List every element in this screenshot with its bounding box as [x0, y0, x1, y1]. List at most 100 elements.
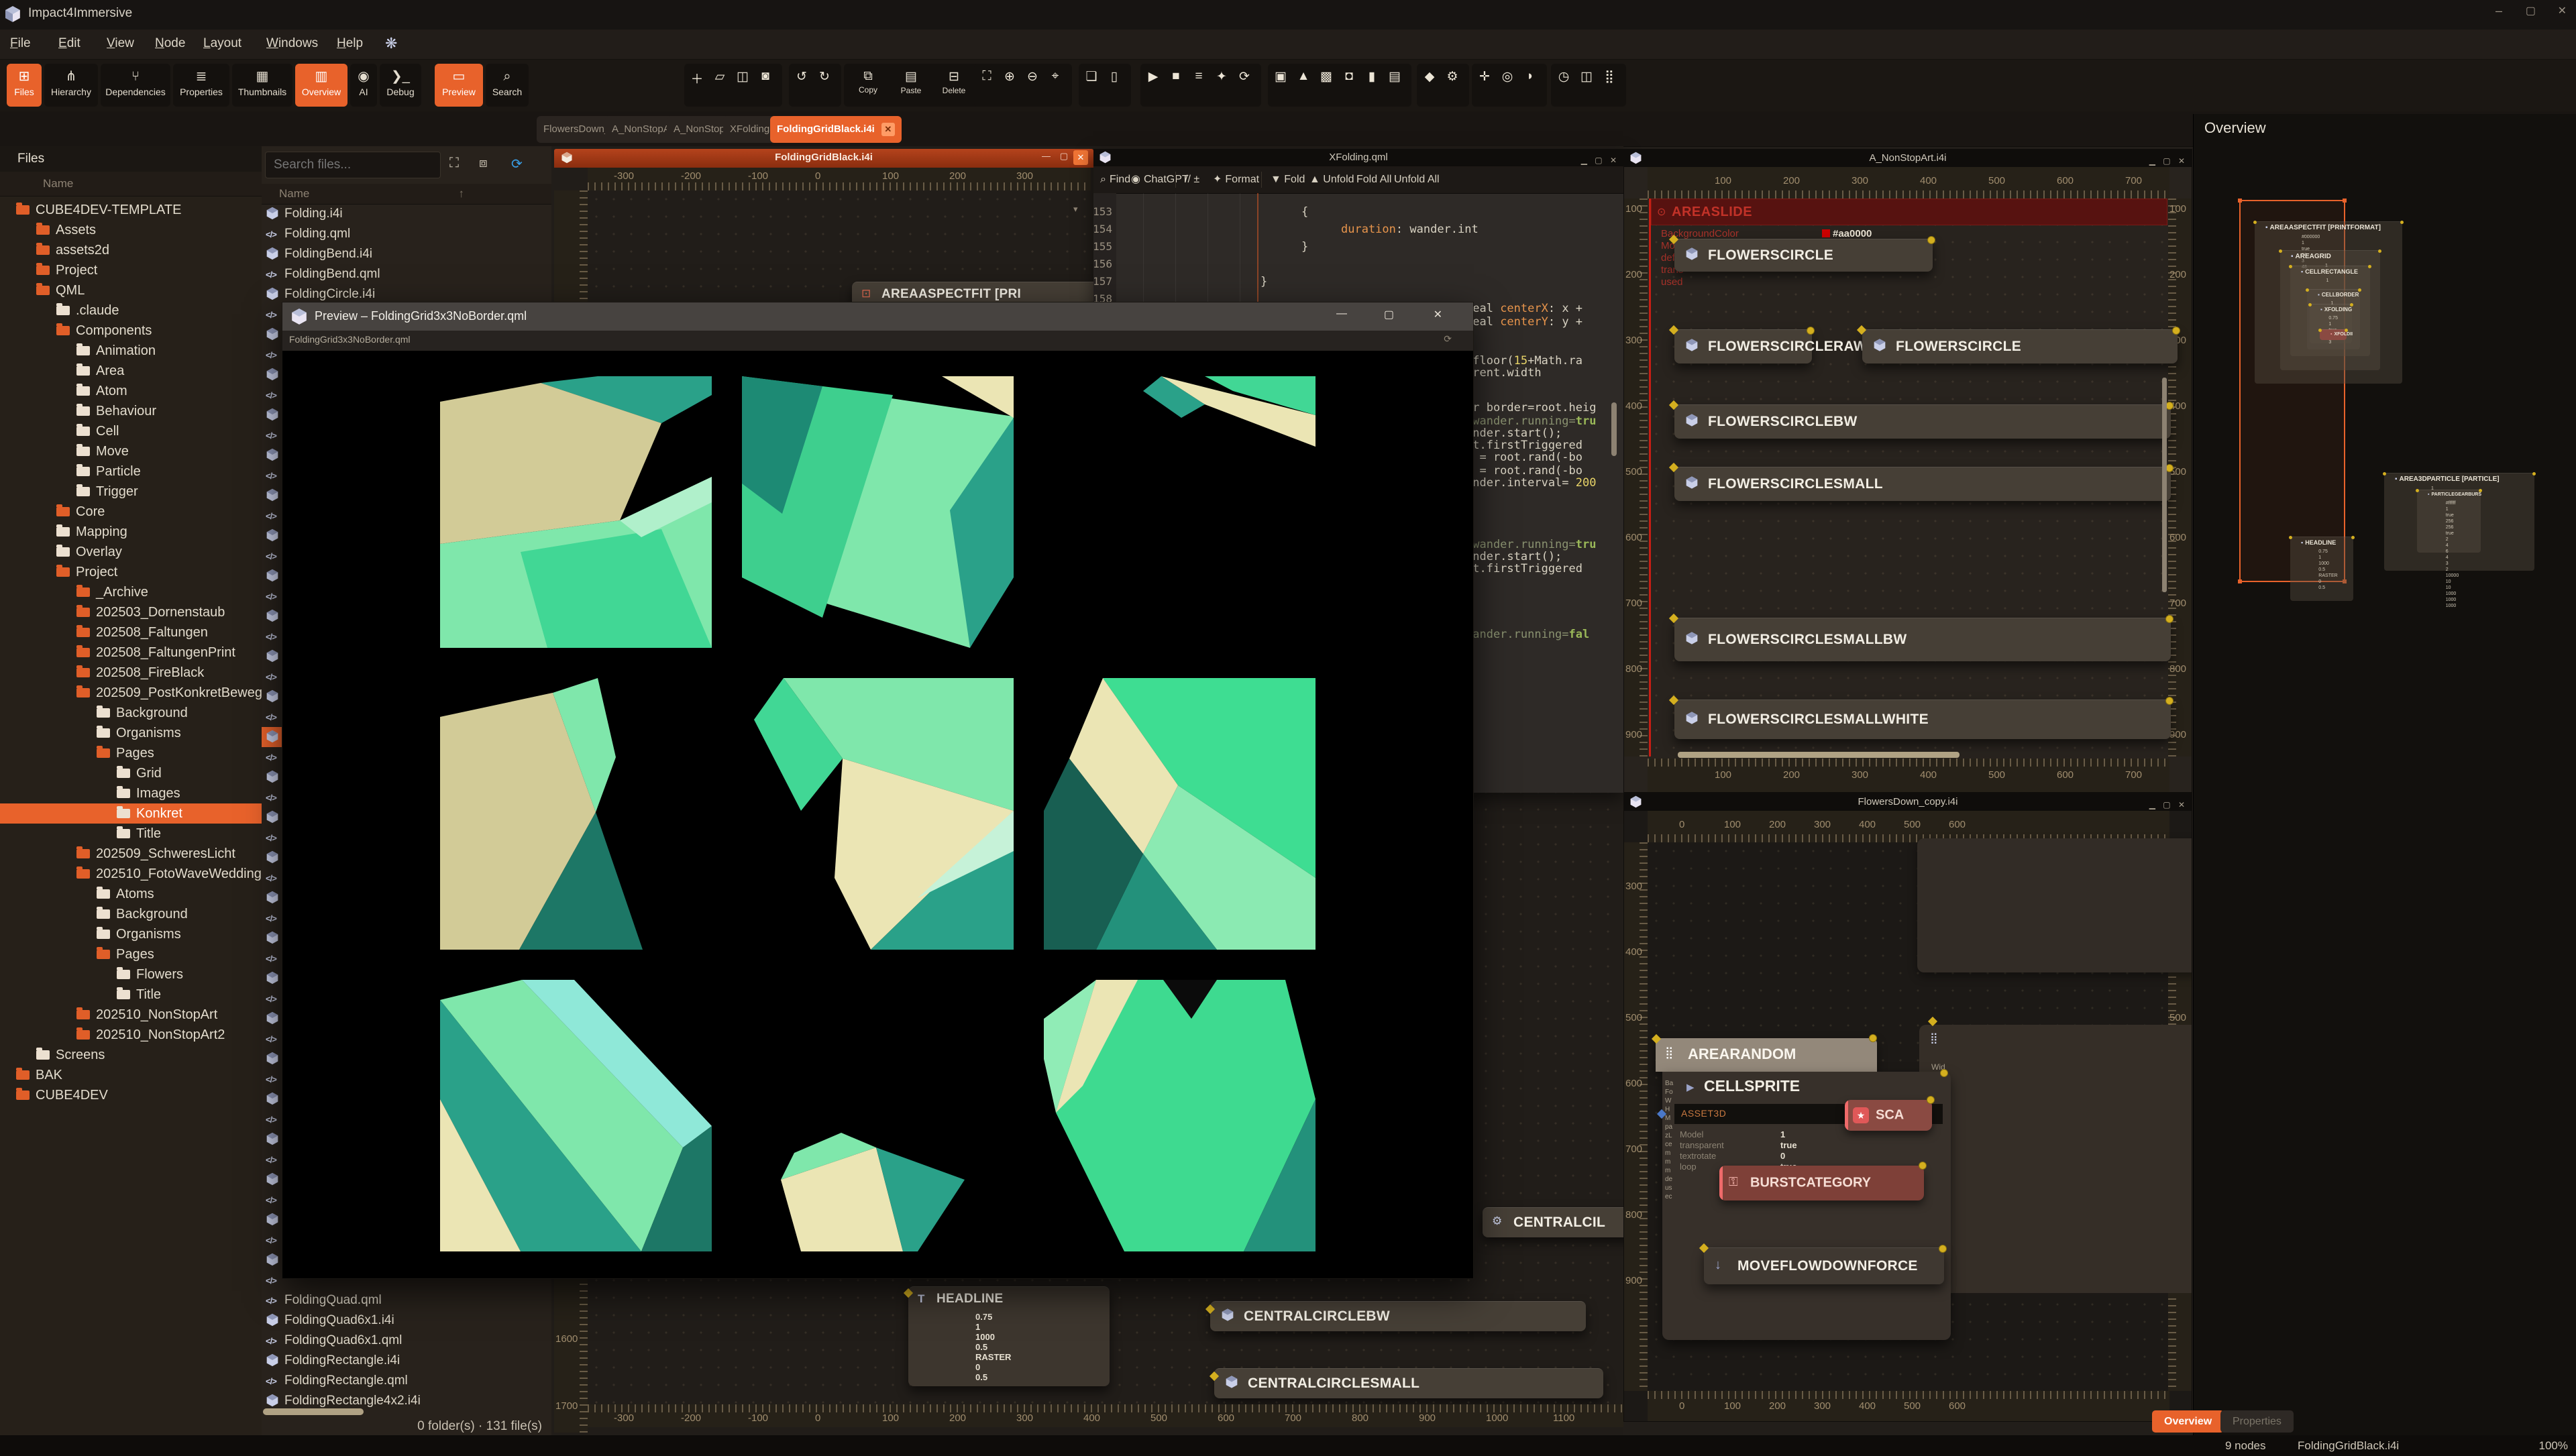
expand-icon[interactable]: ⛶ [449, 156, 459, 171]
paste-icon[interactable]: ▤Paste [891, 69, 931, 95]
close-icon[interactable]: ✕ [1434, 308, 1442, 321]
folder-open-icon[interactable]: ▱ [711, 69, 729, 85]
window-duplicate-icon[interactable]: ❏ [1083, 69, 1100, 85]
node-arearandom-header[interactable]: ⣿ AREARANDOM [1656, 1038, 1877, 1072]
node-flowerscirclebw[interactable]: FLOWERSCIRCLEBW [1674, 404, 2171, 439]
node-flowerscirclesmall[interactable]: FLOWERSCIRCLESMALL [1674, 467, 2171, 501]
tree-item-Images[interactable]: Images [0, 783, 262, 803]
art-window-titlebar[interactable]: A_NonStopArt.i4i ▁ ▢ ✕ [1624, 150, 2192, 167]
node-flowerscircle[interactable]: FLOWERSCIRCLE [1674, 239, 1933, 272]
preview-titlebar[interactable]: Preview – FoldingGrid3x3NoBorder.qml — ▢… [282, 302, 1473, 331]
doc-icon[interactable]: ▤ [1386, 69, 1403, 85]
tree-item-Project[interactable]: Project [0, 562, 262, 582]
code-toolbar--[interactable]: // ± [1185, 166, 1199, 193]
package-icon[interactable]: ◆ [1421, 69, 1438, 85]
tree-item-Flowers[interactable]: Flowers [0, 964, 262, 985]
tree-item-202510_NonStopArt2[interactable]: 202510_NonStopArt2 [0, 1025, 262, 1045]
tree-item-Particle[interactable]: Particle [0, 461, 262, 482]
pattern-icon[interactable]: ▩ [1318, 69, 1335, 85]
tree-item-assets2d[interactable]: assets2d [0, 240, 262, 260]
connector-circle[interactable] [1807, 327, 1815, 335]
video-icon[interactable]: ◘ [1340, 69, 1358, 84]
toolbar-button-dependencies[interactable]: ⑂Dependencies [101, 64, 170, 107]
connector-diamond[interactable] [1857, 325, 1866, 335]
overview-minimap[interactable]: ▪AREAASPECTFIT [PRINTFORMAT]#0000001true… [2194, 146, 2576, 1435]
tree-item-Project[interactable]: Project [0, 260, 262, 280]
grid-window-titlebar[interactable]: FoldingGridBlack.i4i — ▢ ✕ [554, 149, 1093, 168]
file-item-FoldingBend.i4i[interactable]: FoldingBend.i4i [262, 244, 551, 264]
connector-diamond[interactable] [1669, 695, 1678, 705]
connector-circle[interactable] [1939, 1245, 1947, 1253]
delete-icon[interactable]: ⊟Delete [934, 69, 974, 95]
undo-icon[interactable]: ↺ [793, 69, 810, 85]
file-item-FoldingQuad6x1.qml[interactable]: </>FoldingQuad6x1.qml [262, 1331, 551, 1351]
bottom-tab-properties[interactable]: Properties [2220, 1410, 2294, 1433]
camera-icon[interactable]: ◙ [757, 69, 774, 84]
toolbar-button-files[interactable]: ⊞Files [7, 64, 42, 107]
close-icon[interactable]: ✕ [2558, 4, 2567, 17]
menu-edit[interactable]: Edit [58, 36, 80, 51]
window-panel-icon[interactable]: ▯ [1106, 69, 1123, 85]
maximize-icon[interactable]: ▢ [2526, 4, 2536, 17]
tree-item-202508_FireBlack[interactable]: 202508_FireBlack [0, 663, 262, 683]
connector-diamond[interactable] [1669, 400, 1678, 410]
overview-node-particlegearburs[interactable]: ▪PARTICLEGEARBURS#ffffff1true256256true2… [2417, 490, 2481, 553]
tree-item-Grid[interactable]: Grid [0, 763, 262, 783]
menu-node[interactable]: Node [155, 36, 185, 51]
connector-diamond[interactable] [1699, 1243, 1709, 1253]
search-input[interactable] [265, 152, 441, 178]
code-toolbar-unfold-all[interactable]: Unfold All [1394, 166, 1440, 193]
tree-item-Konkret[interactable]: Konkret [0, 803, 262, 824]
device-icon[interactable]: ▮ [1363, 69, 1381, 85]
tree-item-Background[interactable]: Background [0, 904, 262, 924]
minimize-icon[interactable]: — [1042, 151, 1051, 161]
flowers-canvas[interactable]: ⣿ WidHeiMopa ⣿ AREARANDOM BaFoWHMpazLcem… [1648, 842, 2169, 1391]
code-toolbar--fold[interactable]: ▼ Fold [1271, 166, 1305, 193]
gear-icon[interactable]: ⚙ [1444, 69, 1461, 85]
grid-icon[interactable]: ⣿ [1601, 69, 1618, 85]
vertical-scrollbar[interactable] [1611, 402, 1617, 456]
maximize-icon[interactable]: ▢ [1060, 151, 1068, 162]
copy-icon[interactable]: ⧉Copy [848, 69, 888, 95]
tree-item-Cell[interactable]: Cell [0, 421, 262, 441]
code-toolbar-find[interactable]: ⌕Find [1100, 166, 1130, 193]
columns-icon[interactable]: ◫ [1578, 69, 1595, 85]
horizontal-scrollbar[interactable] [1678, 752, 1960, 758]
refresh-icon[interactable]: ⟳ [1444, 333, 1452, 345]
file-item-FoldingQuad6x1.i4i[interactable]: FoldingQuad6x1.i4i [262, 1310, 551, 1331]
zoom-in-icon[interactable]: ⊕ [1001, 69, 1018, 85]
connector-circle[interactable] [1927, 1096, 1935, 1104]
tree-item-Area[interactable]: Area [0, 361, 262, 381]
tree-item-CUBE4DEV[interactable]: CUBE4DEV [0, 1085, 262, 1105]
mouse-icon[interactable]: ◗ [1521, 69, 1539, 84]
tree-item-Components[interactable]: Components [0, 321, 262, 341]
partial-node-right[interactable]: ⣿ WidHeiMopa [1919, 1025, 2192, 1293]
toolbar-button-properties[interactable]: ≣Properties [173, 64, 229, 107]
tree-item-Background[interactable]: Background [0, 703, 262, 723]
toolbar-button-debug[interactable]: ❯_Debug [380, 64, 421, 107]
menu-file[interactable]: File [10, 36, 31, 51]
overview-node-headline[interactable]: ▪HEADLINE0.75110000.5RASTER00.5 [2290, 537, 2353, 601]
preview-tab[interactable]: FoldingGrid3x3NoBorder.qml [289, 334, 411, 345]
tree-item-Move[interactable]: Move [0, 441, 262, 461]
tree-item-Organisms[interactable]: Organisms [0, 924, 262, 944]
file-item-FoldingBend.qml[interactable]: </>FoldingBend.qml [262, 264, 551, 284]
connector-circle[interactable] [2165, 615, 2174, 623]
tree-item-Atoms[interactable]: Atoms [0, 884, 262, 904]
close-icon[interactable]: ✕ [881, 123, 895, 136]
node-flowerscirclesmallbw[interactable]: FLOWERSCIRCLESMALLBW [1674, 618, 2171, 661]
tree-item-Title[interactable]: Title [0, 985, 262, 1005]
partial-node-top[interactable] [1917, 838, 2192, 972]
tree-item-Pages[interactable]: Pages [0, 743, 262, 763]
fold-arrow-icon[interactable]: ▾ [1073, 204, 1078, 215]
connector-circle[interactable] [2165, 697, 2174, 705]
code-toolbar-fold-all[interactable]: Fold All [1356, 166, 1391, 193]
node-arearandom-body[interactable]: BaFoWHMpazLcemmmdeusec ▶ CELLSPRITE ASSE… [1662, 1072, 1951, 1340]
connector-diamond[interactable] [904, 1288, 913, 1298]
toolbar-button-ai[interactable]: ◉AI [350, 64, 377, 107]
stop-icon[interactable]: ■ [1167, 69, 1185, 84]
toolbar-button-hierarchy[interactable]: ⋔Hierarchy [44, 64, 98, 107]
tree-item-Assets[interactable]: Assets [0, 220, 262, 240]
tree-item-Mapping[interactable]: Mapping [0, 522, 262, 542]
bottom-tab-overview[interactable]: Overview [2152, 1410, 2224, 1433]
